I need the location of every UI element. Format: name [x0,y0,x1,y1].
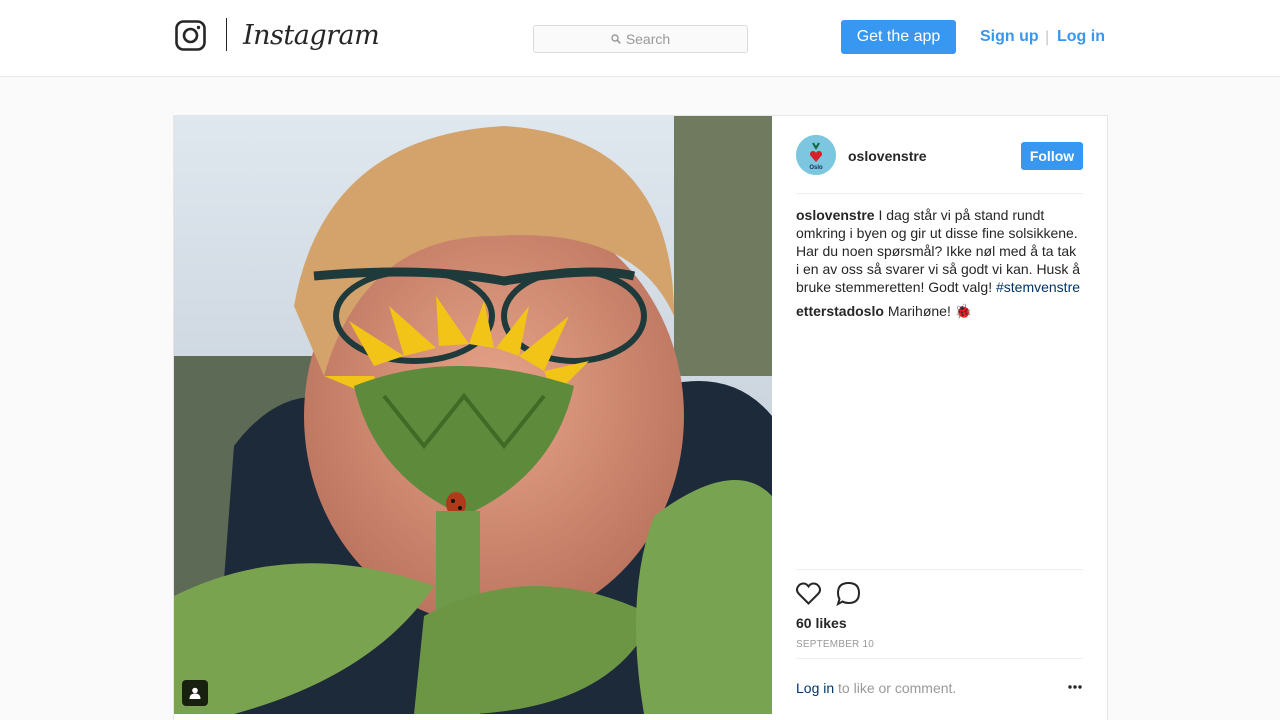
footer-log-in-link[interactable]: Log in [796,680,834,696]
post-footer: Log in to like or comment. [796,658,1083,714]
logo-divider [226,18,227,51]
avatar-logo: Oslo [796,135,836,175]
link-separator: | [1045,29,1050,46]
post-actions: 60 likes SEPTEMBER 10 [796,569,1083,659]
tagged-user-button[interactable] [182,680,208,706]
search-input[interactable]: Search [533,25,748,53]
heart-icon[interactable] [796,582,821,605]
instagram-camera-icon[interactable] [175,20,206,51]
login-prompt: Log in to like or comment. [796,679,956,697]
caption: oslovenstre I dag står vi på stand rundt… [796,206,1083,296]
instagram-wordmark[interactable]: Instagram [243,18,380,54]
comment-item: etterstadoslo Marihøne! 🐞 [796,302,1083,320]
person-icon [189,687,201,699]
footer-prompt-text: to like or comment. [834,680,957,696]
top-navigation-bar: Instagram Search Get the app Sign up | L… [0,0,1280,77]
avatar[interactable]: Oslo [796,135,836,175]
search-icon [611,34,621,44]
comment-text: Marihøne! 🐞 [887,303,973,319]
comment-icon[interactable] [836,581,861,606]
caption-username[interactable]: oslovenstre [796,207,875,223]
post-sidebar: Oslo oslovenstre Follow oslovenstre I da… [772,116,1107,714]
comment-username[interactable]: etterstadoslo [796,303,884,319]
likes-count[interactable]: 60 likes [796,614,847,632]
get-the-app-button[interactable]: Get the app [841,20,956,54]
follow-button[interactable]: Follow [1021,142,1083,170]
comments-list: oslovenstre I dag står vi på stand rundt… [796,206,1083,326]
post-header: Oslo oslovenstre Follow [796,116,1083,194]
sunflower-photo-illustration [174,116,772,714]
search-placeholder: Search [625,31,671,47]
more-options-icon[interactable] [1067,679,1083,695]
sign-up-link[interactable]: Sign up [980,27,1039,47]
post-username[interactable]: oslovenstre [848,148,927,164]
post-date[interactable]: SEPTEMBER 10 [796,639,874,651]
avatar-text: Oslo [809,165,823,171]
post-card: Oslo oslovenstre Follow oslovenstre I da… [173,115,1108,720]
post-photo[interactable] [174,116,772,714]
hashtag-link[interactable]: #stemvenstre [996,279,1080,295]
log-in-link[interactable]: Log in [1057,27,1105,47]
